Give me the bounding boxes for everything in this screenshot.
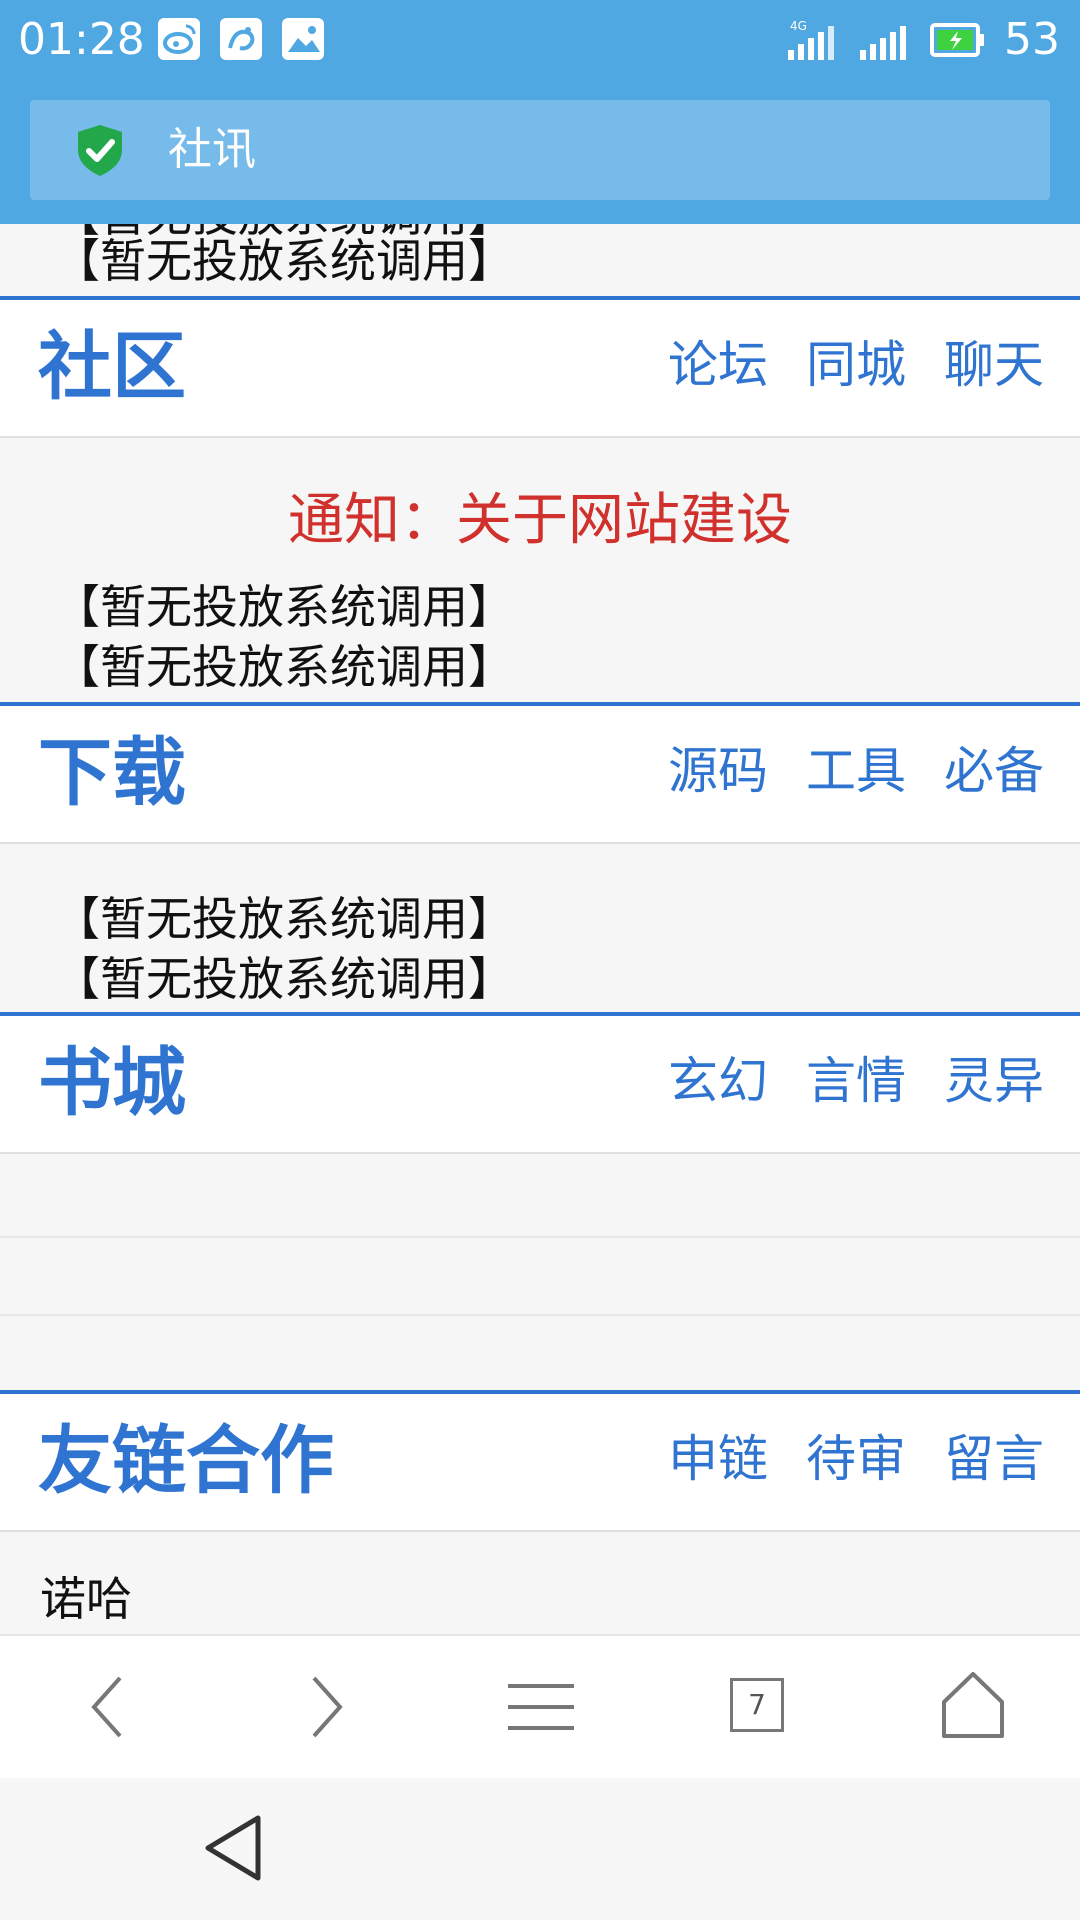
ad-line[interactable]: 【暂无投放系统调用】	[54, 578, 514, 636]
browser-header: 社讯	[0, 84, 1080, 224]
link-local[interactable]: 同城	[806, 330, 906, 400]
page-title: 社讯	[168, 124, 256, 175]
section-title[interactable]: 社区	[38, 322, 186, 412]
home-button[interactable]	[928, 1662, 1018, 1752]
section-header-community: 社区 论坛 同城 聊天	[0, 296, 1080, 438]
link-essentials[interactable]: 必备	[944, 736, 1044, 806]
url-bar[interactable]: 社讯	[30, 100, 1050, 200]
link-tools[interactable]: 工具	[806, 736, 906, 806]
ad-line[interactable]: 【暂无投放系统调用】	[54, 232, 514, 290]
back-button[interactable]	[64, 1662, 154, 1752]
section-links: 申链 待审 留言	[668, 1424, 1044, 1494]
tabs-icon: 7	[730, 1678, 784, 1732]
battery-level: 53	[1004, 14, 1060, 65]
back-icon	[91, 1676, 122, 1738]
gallery-icon	[282, 18, 324, 60]
section-header-bookstore: 书城 玄幻 言情 灵异	[0, 1012, 1080, 1154]
friend-link-item[interactable]: 诺哈	[40, 1570, 132, 1628]
link-supernatural[interactable]: 灵异	[944, 1046, 1044, 1116]
web-content: 【暂无投放系统调用】 【暂无投放系统调用】 社区 论坛 同城 聊天 通知：关于网…	[0, 224, 1080, 1634]
status-bar: 01:28 4G 53	[0, 0, 1080, 84]
system-nav-bar	[0, 1778, 1080, 1920]
link-pending[interactable]: 待审	[806, 1424, 906, 1494]
tabs-button[interactable]: 7	[712, 1662, 802, 1752]
signal-4g-icon: 4G	[788, 19, 834, 60]
section-title[interactable]: 友链合作	[38, 1416, 334, 1506]
nav-back-icon[interactable]	[196, 1808, 276, 1888]
status-indicators: 4G 53	[786, 14, 1060, 66]
signal-icon	[860, 26, 906, 60]
section-header-partners: 友链合作 申链 待审 留言	[0, 1390, 1080, 1532]
notice-link[interactable]: 通知：关于网站建设	[0, 486, 1080, 556]
link-message[interactable]: 留言	[944, 1424, 1044, 1494]
section-title[interactable]: 书城	[38, 1038, 186, 1128]
link-fantasy[interactable]: 玄幻	[668, 1046, 768, 1116]
status-time: 01:28	[18, 14, 145, 65]
ad-line[interactable]: 【暂无投放系统调用】	[54, 638, 514, 696]
section-links: 源码 工具 必备	[668, 736, 1044, 806]
uc-browser-icon	[220, 18, 262, 60]
link-forum[interactable]: 论坛	[668, 330, 768, 400]
link-source-code[interactable]: 源码	[668, 736, 768, 806]
forward-button[interactable]	[280, 1662, 370, 1752]
link-apply[interactable]: 申链	[668, 1424, 768, 1494]
shield-check-icon	[78, 125, 122, 176]
section-title[interactable]: 下载	[38, 728, 186, 818]
weibo-icon	[158, 18, 200, 60]
browser-toolbar: 7	[0, 1634, 1080, 1780]
section-header-download: 下载 源码 工具 必备	[0, 702, 1080, 844]
row-divider	[0, 1314, 1080, 1316]
section-links: 论坛 同城 聊天	[668, 330, 1044, 400]
battery-charging-icon	[930, 23, 984, 57]
ad-line[interactable]: 【暂无投放系统调用】	[54, 890, 514, 948]
ad-line[interactable]: 【暂无投放系统调用】	[54, 950, 514, 1008]
network-type-label: 4G	[790, 19, 807, 33]
menu-icon	[508, 1684, 574, 1730]
section-links: 玄幻 言情 灵异	[668, 1046, 1044, 1116]
link-chat[interactable]: 聊天	[944, 330, 1044, 400]
home-icon	[942, 1672, 1004, 1738]
forward-icon	[312, 1676, 343, 1738]
menu-button[interactable]	[496, 1662, 586, 1752]
row-divider	[0, 1236, 1080, 1238]
link-romance[interactable]: 言情	[806, 1046, 906, 1116]
